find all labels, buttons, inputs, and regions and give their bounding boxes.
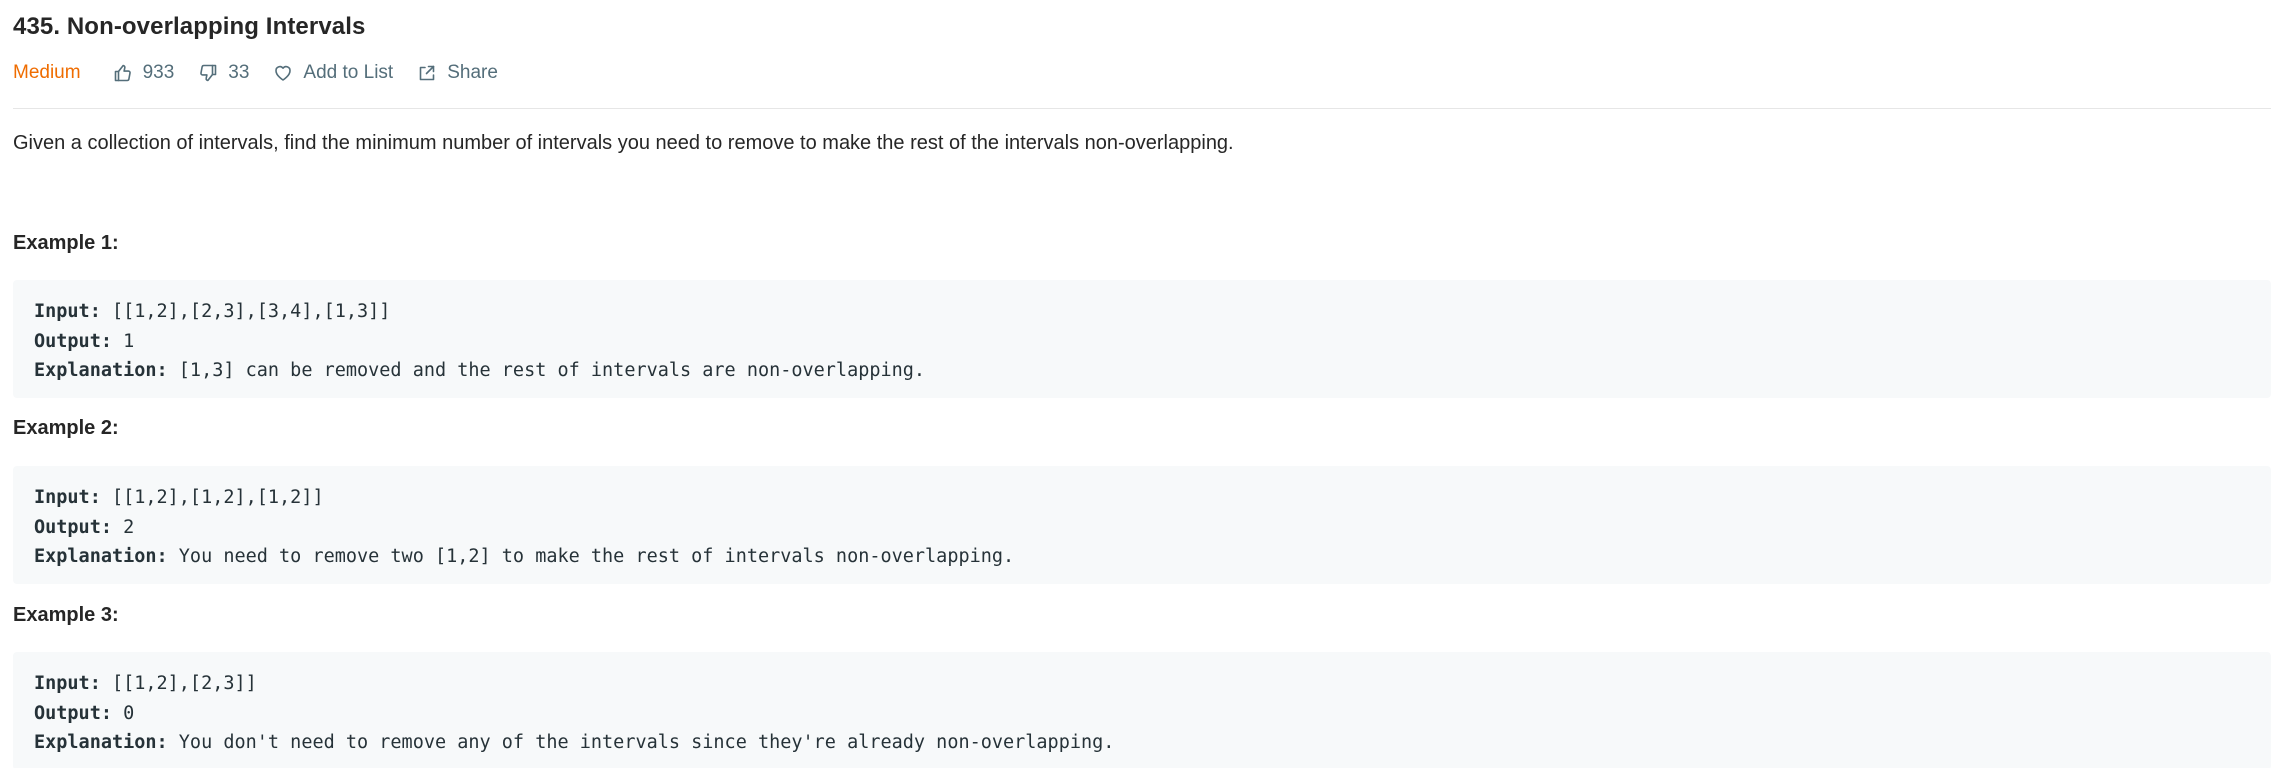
example-explanation-line: Explanation: You need to remove two [1,2… xyxy=(34,542,2271,572)
like-button[interactable]: 933 xyxy=(113,62,175,84)
output-label: Output: xyxy=(34,702,112,724)
problem-meta-bar: Medium 933 33 Add to List Share xyxy=(13,60,522,86)
input-label: Input: xyxy=(34,301,101,322)
example-output: 1 xyxy=(123,330,135,352)
example-explanation-line: Explanation: [1,3] can be removed and th… xyxy=(34,356,2271,386)
example-output-line: Output: 2 xyxy=(34,513,2271,543)
example-title: Example 2: xyxy=(13,417,119,439)
output-label: Output: xyxy=(34,330,112,352)
dislike-button[interactable]: 33 xyxy=(198,62,249,84)
share-icon xyxy=(419,65,435,81)
example-title: Example 3: xyxy=(13,604,119,626)
difficulty-badge: Medium xyxy=(13,62,81,83)
example-title: Example 1: xyxy=(13,232,119,254)
like-count: 933 xyxy=(142,62,175,83)
example-explanation: You don't need to remove any of the inte… xyxy=(178,732,1115,753)
example-input: [[1,2],[2,3],[3,4],[1,3]] xyxy=(111,301,391,322)
explanation-label: Explanation: xyxy=(34,546,168,567)
example-input-line: Input: [[1,2],[2,3]] xyxy=(34,669,2271,699)
share-label: Share xyxy=(447,62,498,83)
dislike-count: 33 xyxy=(228,62,250,83)
output-label: Output: xyxy=(34,516,112,538)
example-output: 0 xyxy=(123,702,135,724)
add-to-list-label: Add to List xyxy=(303,62,394,83)
example-input-line: Input: [[1,2],[2,3],[3,4],[1,3]] xyxy=(34,297,2271,327)
share-button[interactable]: Share xyxy=(417,62,498,84)
thumbs-up-icon xyxy=(114,64,131,82)
thumbs-down-icon xyxy=(200,64,217,82)
example-code-block: Input: [[1,2],[2,3]] Output: 0 Explanati… xyxy=(13,652,2271,768)
example-explanation: You need to remove two [1,2] to make the… xyxy=(178,546,1015,567)
example-input: [[1,2],[1,2],[1,2]] xyxy=(111,487,324,508)
example-explanation-line: Explanation: You don't need to remove an… xyxy=(34,728,2271,758)
add-to-list-button[interactable]: Add to List xyxy=(273,62,393,84)
example-output-line: Output: 1 xyxy=(34,327,2271,357)
problem-title: 435. Non-overlapping Intervals xyxy=(13,13,366,40)
heart-icon xyxy=(275,65,292,81)
explanation-label: Explanation: xyxy=(34,732,168,753)
example-output-line: Output: 0 xyxy=(34,699,2271,729)
example-input-line: Input: [[1,2],[1,2],[1,2]] xyxy=(34,483,2271,513)
example-code-block: Input: [[1,2],[2,3],[3,4],[1,3]] Output:… xyxy=(13,280,2271,398)
example-code-block: Input: [[1,2],[1,2],[1,2]] Output: 2 Exp… xyxy=(13,466,2271,584)
header-divider xyxy=(13,108,2271,109)
input-label: Input: xyxy=(34,673,101,694)
explanation-label: Explanation: xyxy=(34,360,168,381)
example-input: [[1,2],[2,3]] xyxy=(111,673,257,694)
example-output: 2 xyxy=(123,516,135,538)
problem-description: Given a collection of intervals, find th… xyxy=(13,132,1234,154)
input-label: Input: xyxy=(34,487,101,508)
example-explanation: [1,3] can be removed and the rest of int… xyxy=(178,360,926,381)
